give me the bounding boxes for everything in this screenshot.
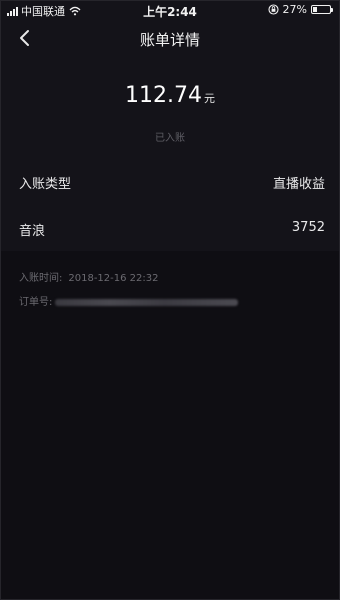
amount-unit: 元: [203, 92, 215, 105]
detail-row-type: 入账类型 直播收益: [1, 167, 339, 197]
status-badge: 已入账: [155, 133, 185, 144]
detail-row-coins: 音浪 3752: [1, 214, 339, 244]
detail-label: 入账类型: [19, 177, 72, 192]
meta-panel: 入账时间: 2018-12-16 22:32 订单号:: [1, 251, 339, 599]
amount-display: 112.74 元: [1, 83, 339, 108]
amount-value: 112.74: [125, 83, 202, 108]
detail-value: 3752: [291, 220, 325, 235]
entry-time: 入账时间: 2018-12-16 22:32: [19, 269, 159, 284]
nav-bar: 账单详情: [1, 19, 339, 57]
order-number-redacted: [55, 298, 239, 306]
detail-label: 音浪: [19, 224, 46, 239]
detail-value: 直播收益: [272, 177, 325, 192]
status-right: 27%: [267, 3, 333, 16]
page-title: 账单详情: [139, 31, 200, 49]
battery-icon: [311, 5, 333, 14]
battery-level: [313, 7, 317, 12]
entry-time-value: 2018-12-16 22:32: [68, 273, 159, 284]
rotation-lock-icon: [267, 4, 279, 15]
battery-percent: 27%: [282, 3, 307, 16]
order-number: 订单号:: [19, 293, 239, 308]
order-number-label: 订单号:: [19, 297, 53, 308]
status-bar: 中国联通 上午2:44 27%: [1, 1, 339, 19]
phone-screen: 中国联通 上午2:44 27% 账单详情 112.74 元 已入账 入账类型 直…: [0, 0, 340, 600]
entry-time-label: 入账时间:: [19, 273, 63, 284]
